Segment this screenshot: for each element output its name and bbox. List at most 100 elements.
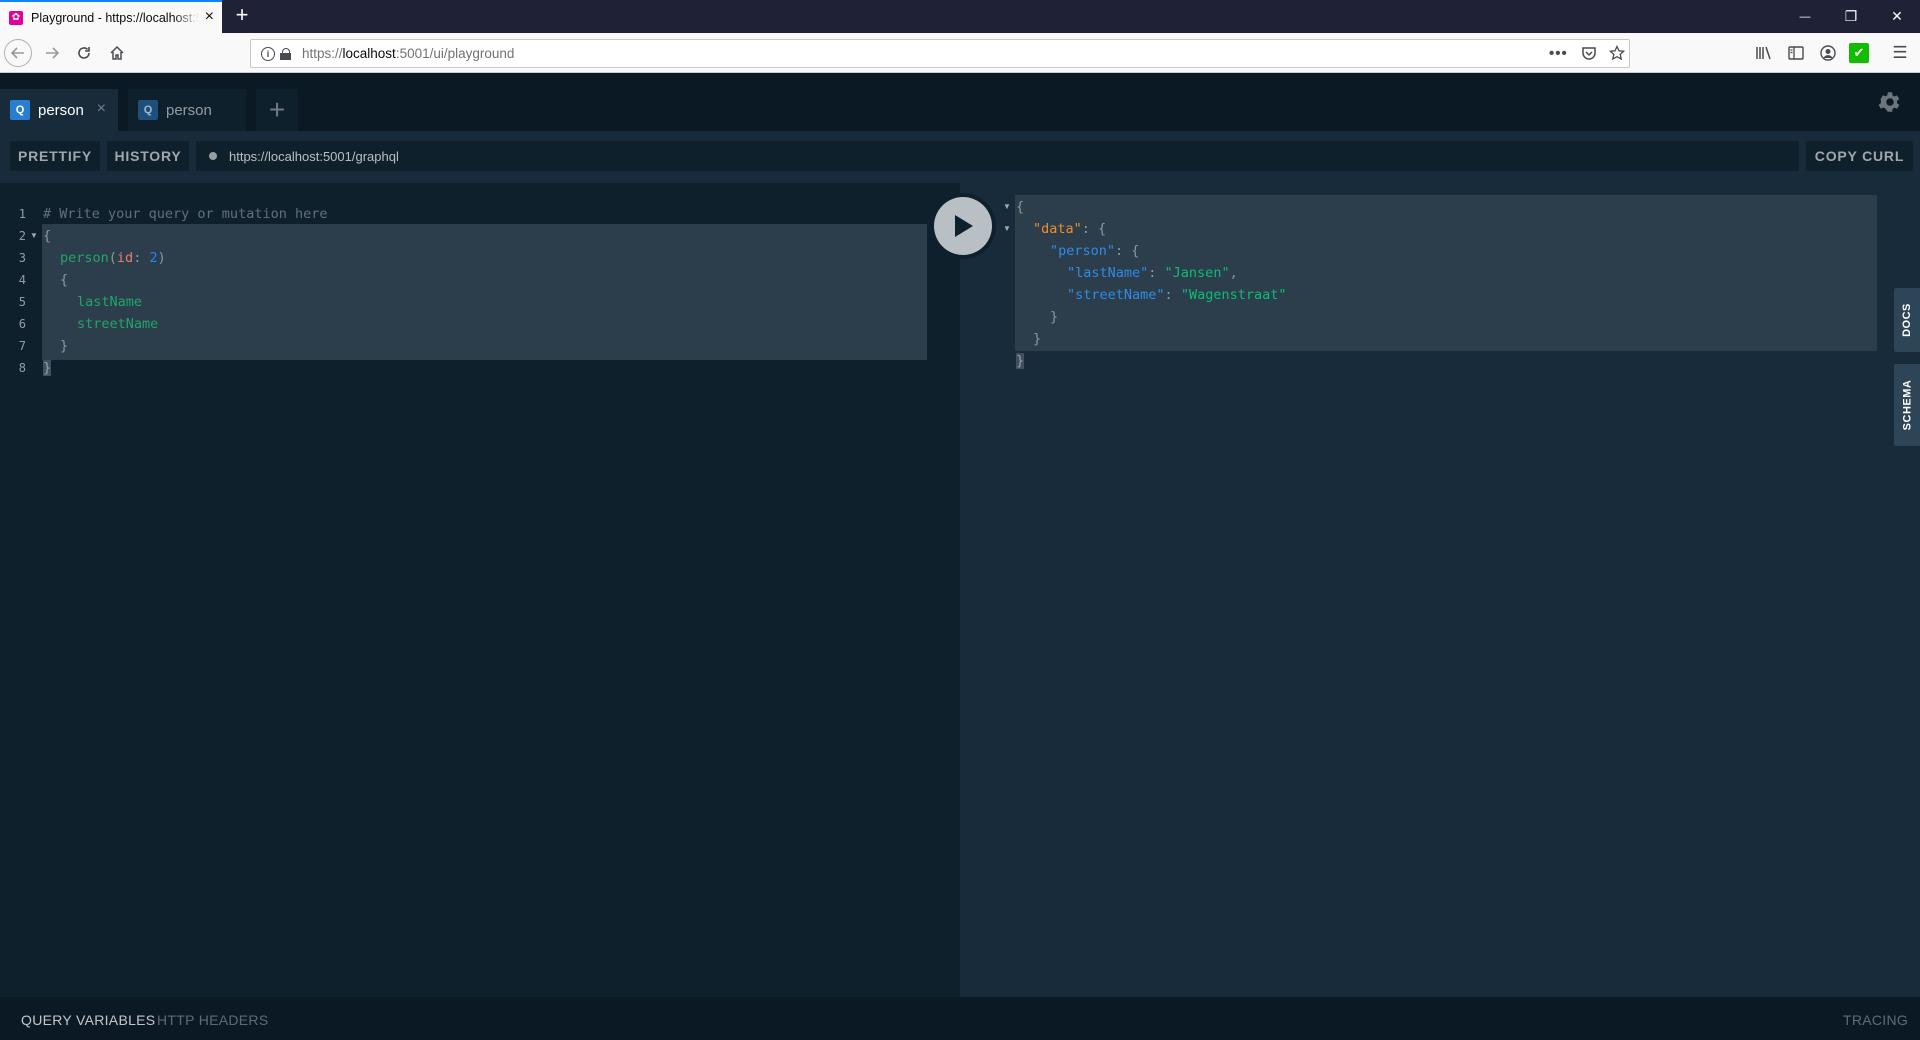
playground-tab-bar: Q person × Q person + bbox=[0, 73, 1920, 131]
playground-toolbar: PRETTIFY HISTORY https://localhost:5001/… bbox=[0, 131, 1920, 183]
copy-curl-button[interactable]: COPY CURL bbox=[1806, 141, 1913, 171]
window-minimize-button[interactable]: — bbox=[1782, 0, 1828, 33]
add-tab-button[interactable]: + bbox=[256, 89, 298, 131]
line-number: 5 bbox=[18, 295, 26, 309]
endpoint-url: https://localhost:5001/graphql bbox=[229, 148, 399, 164]
line-number: 4 bbox=[18, 273, 26, 287]
code-brace: { bbox=[60, 272, 69, 288]
json-value: "Wagenstraat" bbox=[1180, 287, 1287, 303]
json-key: "data" bbox=[1033, 221, 1082, 237]
playground-tab[interactable]: Q person × bbox=[0, 89, 118, 131]
new-tab-button[interactable]: + bbox=[230, 4, 254, 28]
code-brace: } bbox=[1050, 309, 1059, 325]
window-restore-button[interactable]: ❐ bbox=[1828, 0, 1874, 33]
code-arg: id bbox=[116, 250, 134, 266]
url-host: localhost bbox=[342, 46, 396, 61]
sidebar-icon[interactable] bbox=[1786, 43, 1806, 63]
tab-label: person bbox=[38, 101, 84, 119]
code-field: streetName bbox=[77, 316, 159, 332]
docs-side-tab[interactable]: DOCS bbox=[1894, 288, 1920, 352]
reload-button[interactable] bbox=[70, 39, 98, 67]
account-icon[interactable] bbox=[1818, 43, 1838, 63]
code-line: streetName bbox=[77, 313, 158, 335]
code-field: person bbox=[60, 250, 109, 266]
line-number: 2 bbox=[18, 229, 26, 243]
pocket-icon[interactable] bbox=[1581, 45, 1597, 63]
line-number: 3 bbox=[18, 251, 26, 265]
home-button[interactable] bbox=[103, 39, 131, 67]
tab-close-icon[interactable]: × bbox=[97, 100, 106, 118]
code-number: 2 bbox=[149, 250, 158, 266]
result-line: "data": { bbox=[1033, 221, 1107, 237]
info-icon[interactable]: i bbox=[261, 46, 275, 61]
result-line: } bbox=[1050, 306, 1058, 328]
browser-tab-close-icon[interactable]: × bbox=[205, 9, 214, 25]
playground-tab[interactable]: Q person bbox=[128, 89, 246, 131]
http-headers-tab[interactable]: HTTP HEADERS bbox=[157, 1012, 268, 1028]
extension-check-icon[interactable]: ✔ bbox=[1849, 43, 1869, 63]
minimize-icon: — bbox=[1799, 10, 1811, 23]
code-brace: } bbox=[1016, 353, 1025, 369]
code-line: { bbox=[43, 225, 51, 247]
code-line: { bbox=[60, 269, 68, 291]
active-selection-highlight bbox=[42, 224, 927, 360]
restore-icon: ❐ bbox=[1844, 8, 1858, 24]
url-text[interactable]: https://localhost:5001/ui/playground bbox=[302, 46, 514, 61]
arrow-left-icon bbox=[10, 47, 24, 59]
forward-button[interactable] bbox=[38, 39, 66, 67]
code-brace: } bbox=[43, 360, 52, 376]
browser-titlebar: ✿ Playground - https://localhost:5001/ui… bbox=[0, 0, 1920, 33]
code-brace: { bbox=[43, 228, 52, 244]
schema-side-tab[interactable]: SCHEMA bbox=[1894, 364, 1920, 446]
library-icon[interactable] bbox=[1754, 43, 1774, 63]
json-key: "streetName" bbox=[1067, 287, 1165, 303]
result-line: "streetName": "Wagenstraat" bbox=[1067, 287, 1287, 303]
home-icon bbox=[110, 45, 124, 60]
code-line: } bbox=[60, 335, 68, 357]
code-brace: } bbox=[60, 338, 69, 354]
line-number: 7 bbox=[18, 339, 26, 353]
close-icon: ✕ bbox=[1891, 8, 1903, 24]
result-line: "lastName": "Jansen", bbox=[1067, 265, 1238, 281]
code-field: lastName bbox=[77, 294, 143, 310]
query-variables-tab[interactable]: QUERY VARIABLES bbox=[21, 1012, 155, 1028]
line-number: 8 bbox=[18, 361, 26, 375]
bottom-bar: QUERY VARIABLES HTTP HEADERS TRACING bbox=[0, 997, 1920, 1040]
result-line: } bbox=[1016, 350, 1025, 372]
fold-arrow-icon[interactable]: ▼ bbox=[1003, 202, 1011, 211]
fold-arrow-icon[interactable]: ▼ bbox=[30, 231, 38, 240]
line-number: 1 bbox=[18, 207, 26, 221]
play-icon bbox=[955, 215, 973, 237]
lock-warning-icon[interactable] bbox=[280, 47, 292, 60]
window-close-button[interactable]: ✕ bbox=[1874, 0, 1920, 33]
execute-query-button[interactable] bbox=[930, 193, 996, 259]
code-line: # Write your query or mutation here bbox=[43, 203, 327, 225]
docs-label: DOCS bbox=[1901, 303, 1913, 337]
settings-gear-icon[interactable] bbox=[1877, 89, 1903, 115]
code-line: lastName bbox=[77, 291, 142, 313]
back-button[interactable] bbox=[4, 39, 32, 67]
schema-label: SCHEMA bbox=[1901, 379, 1914, 431]
url-path: :5001/ui/playground bbox=[395, 46, 515, 61]
browser-navbar: i https://localhost:5001/ui/playground •… bbox=[0, 33, 1920, 73]
url-prefix: https:// bbox=[302, 46, 343, 61]
arrow-right-icon bbox=[46, 47, 60, 59]
json-key: "person" bbox=[1050, 243, 1116, 259]
tab-label: person bbox=[166, 101, 212, 119]
page-actions-more-icon[interactable]: ••• bbox=[1549, 45, 1568, 63]
bookmark-star-icon[interactable] bbox=[1608, 44, 1626, 63]
line-number: 6 bbox=[18, 317, 26, 331]
prettify-button[interactable]: PRETTIFY bbox=[10, 141, 100, 171]
code-line: person(id: 2) bbox=[60, 250, 166, 266]
hamburger-menu-icon[interactable]: ☰ bbox=[1890, 43, 1910, 63]
tracing-tab[interactable]: TRACING bbox=[1843, 1012, 1908, 1028]
query-editor[interactable]: 1 2 ▼ 3 4 5 6 7 8 # Write your query or … bbox=[0, 183, 960, 997]
history-button[interactable]: HISTORY bbox=[107, 141, 189, 171]
url-bar[interactable]: i https://localhost:5001/ui/playground •… bbox=[250, 39, 1630, 68]
endpoint-input[interactable]: https://localhost:5001/graphql bbox=[196, 141, 1799, 171]
code-comment: # Write your query or mutation here bbox=[43, 206, 328, 222]
execute-button-face bbox=[934, 197, 992, 255]
code-line: } bbox=[43, 357, 52, 379]
fold-arrow-icon[interactable]: ▼ bbox=[1003, 224, 1011, 233]
browser-tab[interactable]: ✿ Playground - https://localhost:5001/ui… bbox=[0, 0, 222, 33]
